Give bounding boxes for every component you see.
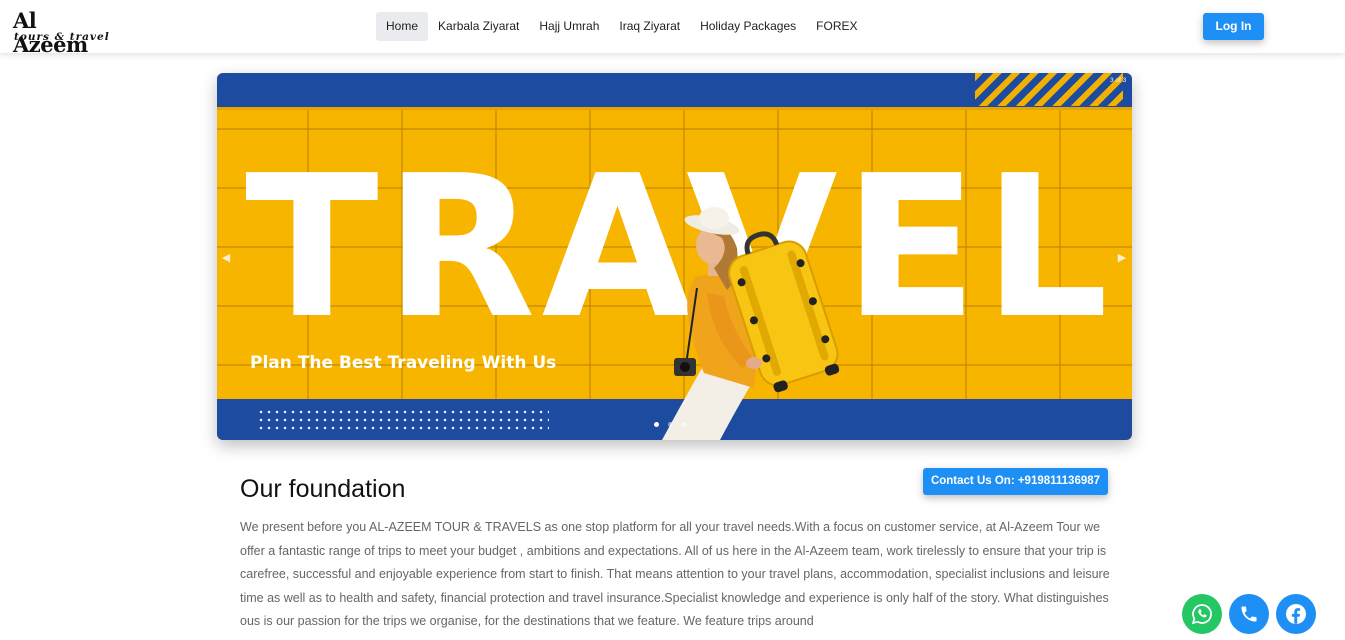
carousel-indicator-1[interactable] xyxy=(654,422,659,427)
carousel-indicators xyxy=(654,422,687,427)
traveler-illustration xyxy=(662,207,840,440)
facebook-button[interactable] xyxy=(1276,594,1316,634)
nav-item-iraq-ziyarat[interactable]: Iraq Ziyarat xyxy=(609,12,690,41)
section-body-text: We present before you AL-AZEEM TOUR & TR… xyxy=(240,520,1110,629)
brand-logo[interactable]: Al Azeem tours & travel xyxy=(13,9,113,57)
hero-dots-decoration xyxy=(257,408,549,434)
nav-item-forex[interactable]: FOREX xyxy=(806,12,867,41)
carousel-prev-button[interactable]: ◀ xyxy=(221,251,231,265)
contact-us-button[interactable]: Contact Us On: +919811136987 xyxy=(923,468,1108,495)
chevron-left-icon: ◀ xyxy=(221,252,231,264)
hero-stripes-decoration xyxy=(975,73,1123,106)
site-header: Al Azeem tours & travel Home Karbala Ziy… xyxy=(0,0,1345,57)
main-nav: Home Karbala Ziyarat Hajj Umrah Iraq Ziy… xyxy=(376,12,868,41)
nav-item-holiday-packages[interactable]: Holiday Packages xyxy=(690,12,806,41)
whatsapp-icon xyxy=(1191,604,1212,625)
login-button[interactable]: Log In xyxy=(1203,13,1264,40)
hero-tagline: Plan The Best Traveling With Us xyxy=(250,353,557,373)
carousel-indicator-2[interactable] xyxy=(668,422,673,427)
brand-tagline: tours & travel xyxy=(14,31,110,43)
nav-item-home[interactable]: Home xyxy=(376,12,429,41)
chevron-right-icon: ▶ xyxy=(1117,252,1127,264)
phone-button[interactable] xyxy=(1229,594,1269,634)
hero-carousel: 3 of 3 TRAVEL. Plan The Best Traveling W… xyxy=(217,73,1132,440)
carousel-indicator-3[interactable] xyxy=(682,422,687,427)
facebook-icon xyxy=(1286,604,1306,624)
section-title: Our foundation xyxy=(240,475,406,503)
nav-item-hajj-umrah[interactable]: Hajj Umrah xyxy=(529,12,609,41)
whatsapp-button[interactable] xyxy=(1182,594,1222,634)
slide-counter: 3 of 3 xyxy=(1110,77,1127,84)
phone-icon xyxy=(1241,606,1257,622)
carousel-next-button[interactable]: ▶ xyxy=(1117,251,1127,265)
nav-item-karbala-ziyarat[interactable]: Karbala Ziyarat xyxy=(428,12,529,41)
